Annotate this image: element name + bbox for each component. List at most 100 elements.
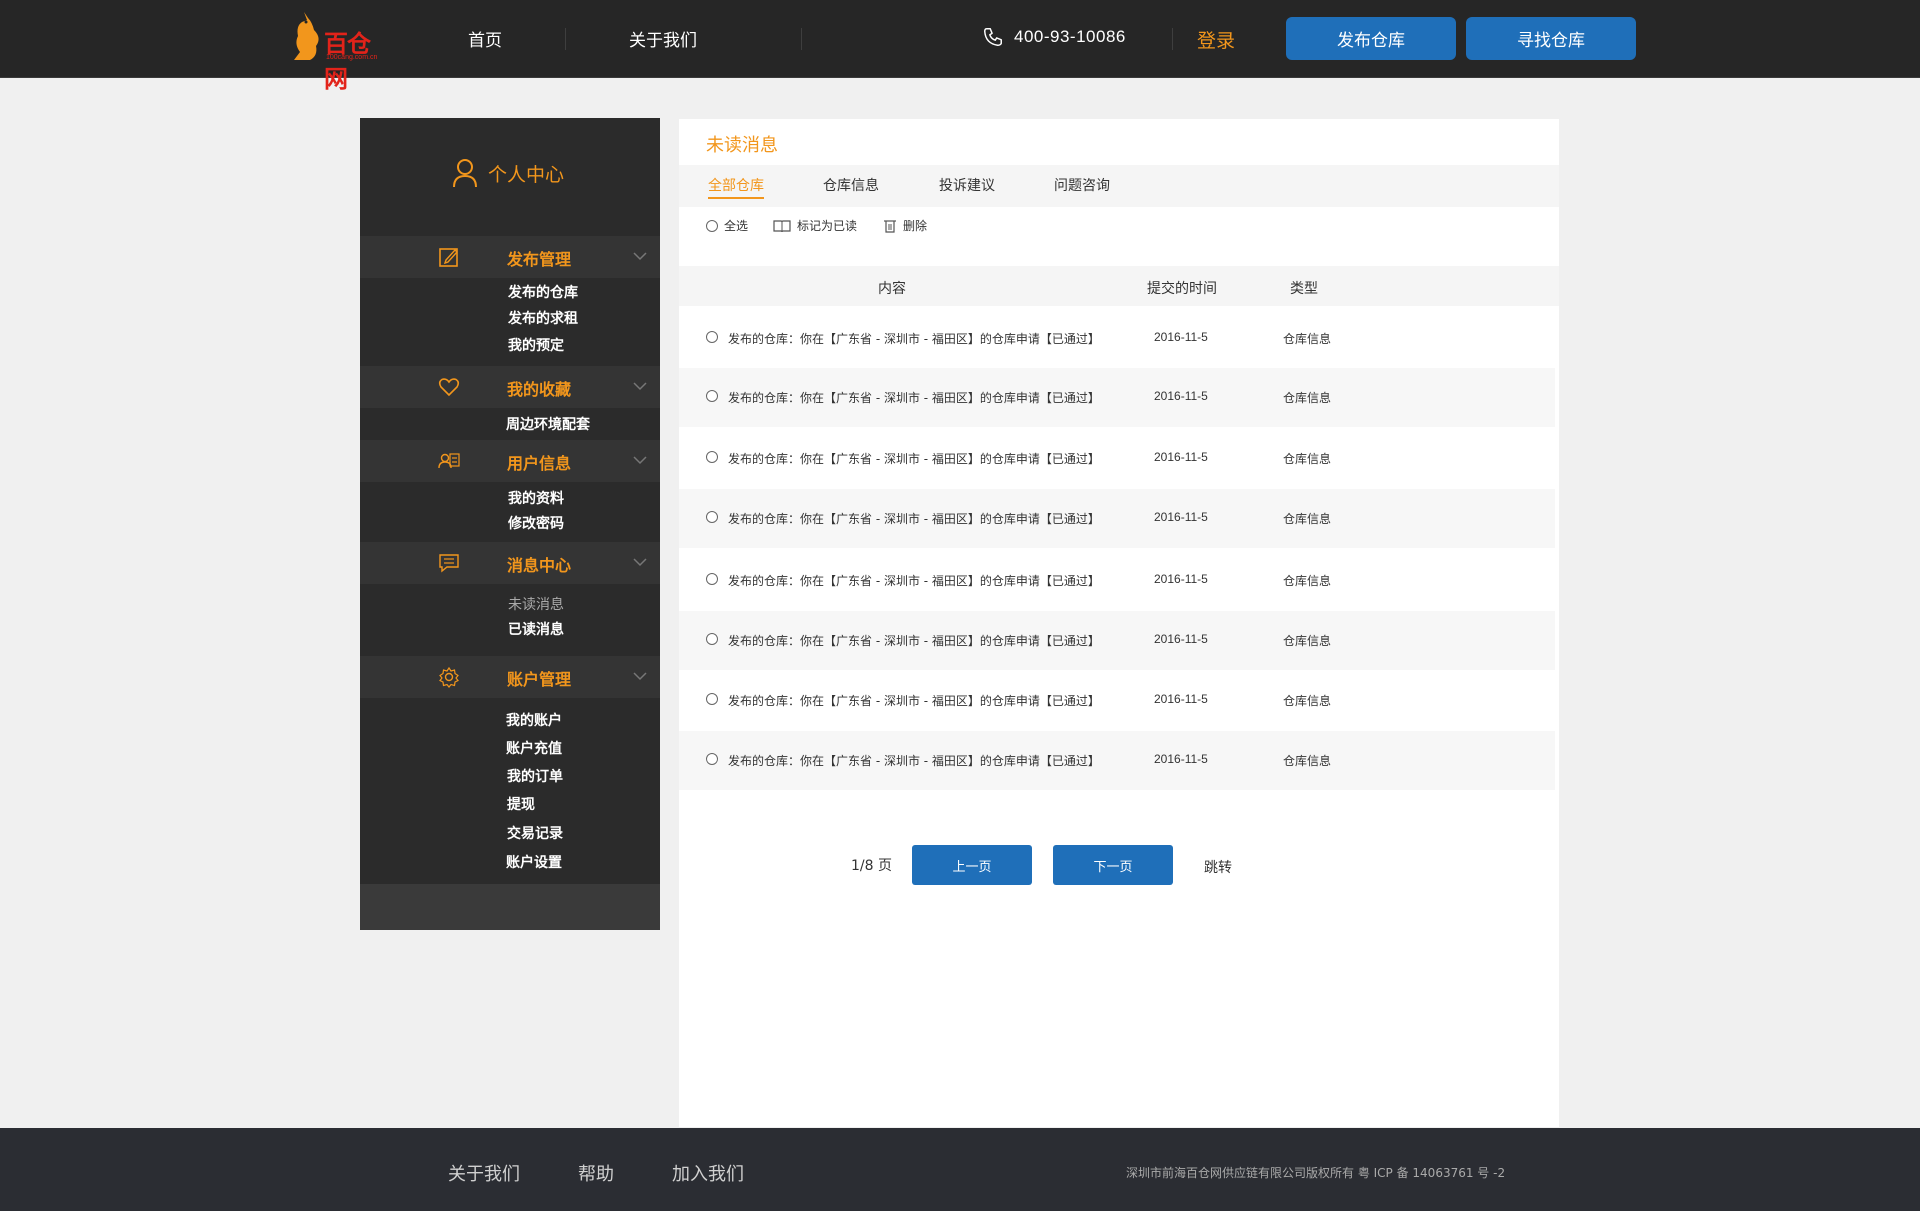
table-row[interactable]: 发布的仓库：你在【广东省 - 深圳市 - 福田区】的仓库申请【已通过】 2016… bbox=[679, 731, 1555, 790]
sidebar-item-unread-messages[interactable]: 未读消息 bbox=[508, 594, 564, 614]
next-page-button[interactable]: 下一页 bbox=[1053, 845, 1173, 885]
row-content: 发布的仓库：你在【广东省 - 深圳市 - 福田区】的仓库申请【已通过】 bbox=[728, 574, 1100, 588]
row-select-radio[interactable] bbox=[706, 511, 718, 523]
chevron-down-icon bbox=[633, 252, 647, 261]
row-type: 仓库信息 bbox=[1283, 452, 1332, 466]
row-date: 2016-11-5 bbox=[1154, 752, 1208, 766]
row-type: 仓库信息 bbox=[1283, 391, 1332, 405]
table-row[interactable]: 发布的仓库：你在【广东省 - 深圳市 - 福田区】的仓库申请【已通过】 2016… bbox=[679, 489, 1555, 548]
table-row[interactable]: 发布的仓库：你在【广东省 - 深圳市 - 福田区】的仓库申请【已通过】 2016… bbox=[679, 551, 1555, 610]
row-content: 发布的仓库：你在【广东省 - 深圳市 - 福田区】的仓库申请【已通过】 bbox=[728, 391, 1100, 405]
sidebar-section-account[interactable]: 账户管理 bbox=[360, 656, 660, 698]
table-row[interactable]: 发布的仓库：你在【广东省 - 深圳市 - 福田区】的仓库申请【已通过】 2016… bbox=[679, 368, 1555, 427]
row-content: 发布的仓库：你在【广东省 - 深圳市 - 福田区】的仓库申请【已通过】 bbox=[728, 332, 1100, 346]
row-content: 发布的仓库：你在【广东省 - 深圳市 - 福田区】的仓库申请【已通过】 bbox=[728, 754, 1100, 768]
delete-button[interactable]: 删除 bbox=[883, 217, 927, 234]
tab-warehouse-info[interactable]: 仓库信息 bbox=[823, 175, 879, 195]
row-date: 2016-11-5 bbox=[1154, 330, 1208, 344]
row-select-radio[interactable] bbox=[706, 451, 718, 463]
tab-inquiries[interactable]: 问题咨询 bbox=[1054, 175, 1110, 195]
row-content: 发布的仓库：你在【广东省 - 深圳市 - 福田区】的仓库申请【已通过】 bbox=[728, 694, 1100, 708]
sidebar-section-favorites[interactable]: 我的收藏 bbox=[360, 366, 660, 408]
select-all-radio[interactable] bbox=[706, 219, 718, 232]
phone-icon bbox=[984, 28, 1002, 46]
sidebar-item-transactions[interactable]: 交易记录 bbox=[507, 823, 563, 843]
sidebar-item-my-profile[interactable]: 我的资料 bbox=[508, 488, 564, 508]
sidebar-section-label: 消息中心 bbox=[507, 556, 572, 575]
sidebar-item-withdraw[interactable]: 提现 bbox=[507, 794, 535, 814]
footer-about-link[interactable]: 关于我们 bbox=[448, 1160, 520, 1186]
kangaroo-logo-icon bbox=[294, 12, 319, 60]
sidebar-item-my-account[interactable]: 我的账户 bbox=[506, 710, 562, 730]
footer: 关于我们 帮助 加入我们 深圳市前海百仓网供应链有限公司版权所有 粤 ICP 备… bbox=[0, 1128, 1920, 1211]
nav-home[interactable]: 首页 bbox=[468, 26, 502, 51]
column-content: 内容 bbox=[878, 281, 906, 297]
select-all-label: 全选 bbox=[724, 219, 749, 233]
row-date: 2016-11-5 bbox=[1154, 389, 1208, 403]
personal-center-label: 个人中心 bbox=[488, 163, 565, 186]
nav-about[interactable]: 关于我们 bbox=[629, 26, 697, 51]
row-type: 仓库信息 bbox=[1283, 512, 1332, 526]
prev-page-button[interactable]: 上一页 bbox=[912, 845, 1032, 885]
sidebar-section-label: 用户信息 bbox=[507, 454, 572, 473]
personal-center-title: 个人中心 bbox=[452, 158, 564, 188]
table-row[interactable]: 发布的仓库：你在【广东省 - 深圳市 - 福田区】的仓库申请【已通过】 2016… bbox=[679, 429, 1555, 488]
gear-icon bbox=[439, 666, 459, 688]
table-row[interactable]: 发布的仓库：你在【广东省 - 深圳市 - 福田区】的仓库申请【已通过】 2016… bbox=[679, 671, 1555, 730]
user-icon bbox=[453, 159, 477, 188]
nav-divider bbox=[1172, 28, 1173, 50]
sidebar-item-change-password[interactable]: 修改密码 bbox=[508, 513, 564, 533]
sidebar-section-messages[interactable]: 消息中心 bbox=[360, 542, 660, 584]
row-date: 2016-11-5 bbox=[1154, 572, 1208, 586]
mark-read-label: 标记为已读 bbox=[797, 219, 858, 233]
find-warehouse-button[interactable]: 寻找仓库 bbox=[1466, 17, 1636, 60]
row-type: 仓库信息 bbox=[1283, 634, 1332, 648]
table-header: 内容 提交的时间 类型 bbox=[679, 266, 1559, 306]
sidebar-item-my-reservations[interactable]: 我的预定 bbox=[508, 335, 564, 355]
sidebar-item-surroundings[interactable]: 周边环境配套 bbox=[506, 414, 590, 434]
row-content: 发布的仓库：你在【广东省 - 深圳市 - 福田区】的仓库申请【已通过】 bbox=[728, 512, 1100, 526]
tab-all-warehouses[interactable]: 全部仓库 bbox=[708, 175, 764, 199]
row-select-radio[interactable] bbox=[706, 693, 718, 705]
row-select-radio[interactable] bbox=[706, 573, 718, 585]
logo[interactable]: 百仓网 100cang.com.cn bbox=[290, 8, 390, 93]
sidebar-section-publish[interactable]: 发布管理 bbox=[360, 236, 660, 278]
login-link[interactable]: 登录 bbox=[1197, 26, 1235, 53]
chevron-down-icon bbox=[633, 558, 647, 567]
sidebar-section-user-info[interactable]: 用户信息 bbox=[360, 440, 660, 482]
sidebar-section-label: 发布管理 bbox=[507, 250, 572, 269]
user-card-icon bbox=[438, 453, 460, 469]
page-title: 未读消息 bbox=[706, 135, 778, 156]
phone-number: 400-93-10086 bbox=[1014, 27, 1126, 46]
row-date: 2016-11-5 bbox=[1154, 692, 1208, 706]
heart-icon bbox=[438, 378, 460, 397]
publish-warehouse-button[interactable]: 发布仓库 bbox=[1286, 17, 1456, 60]
nav-divider bbox=[801, 28, 802, 50]
jump-page-link[interactable]: 跳转 bbox=[1204, 857, 1232, 877]
row-select-radio[interactable] bbox=[706, 331, 718, 343]
sidebar-item-recharge[interactable]: 账户充值 bbox=[506, 738, 562, 758]
row-date: 2016-11-5 bbox=[1154, 510, 1208, 524]
table-row[interactable]: 发布的仓库：你在【广东省 - 深圳市 - 福田区】的仓库申请【已通过】 2016… bbox=[679, 309, 1555, 368]
sidebar-item-my-orders[interactable]: 我的订单 bbox=[507, 766, 563, 786]
chevron-down-icon bbox=[633, 672, 647, 681]
row-select-radio[interactable] bbox=[706, 633, 718, 645]
select-all-toggle[interactable]: 全选 bbox=[706, 217, 748, 234]
sidebar-footer bbox=[360, 884, 660, 930]
logo-subtext: 100cang.com.cn bbox=[326, 54, 378, 61]
hotline: 400-93-10086 bbox=[982, 26, 1126, 48]
row-select-radio[interactable] bbox=[706, 753, 718, 765]
sidebar-item-published-warehouses[interactable]: 发布的仓库 bbox=[508, 282, 578, 302]
row-date: 2016-11-5 bbox=[1154, 450, 1208, 464]
row-select-radio[interactable] bbox=[706, 390, 718, 402]
sidebar-item-account-settings[interactable]: 账户设置 bbox=[506, 852, 562, 872]
sidebar-item-published-rentals[interactable]: 发布的求租 bbox=[508, 308, 578, 328]
mark-read-button[interactable]: 标记为已读 bbox=[773, 217, 857, 234]
footer-join-link[interactable]: 加入我们 bbox=[672, 1160, 744, 1186]
table-row[interactable]: 发布的仓库：你在【广东省 - 深圳市 - 福田区】的仓库申请【已通过】 2016… bbox=[679, 611, 1555, 670]
footer-help-link[interactable]: 帮助 bbox=[578, 1160, 614, 1186]
sidebar-item-read-messages[interactable]: 已读消息 bbox=[508, 619, 564, 639]
row-type: 仓库信息 bbox=[1283, 694, 1332, 708]
chevron-down-icon bbox=[633, 456, 647, 465]
tab-complaints[interactable]: 投诉建议 bbox=[939, 175, 995, 195]
